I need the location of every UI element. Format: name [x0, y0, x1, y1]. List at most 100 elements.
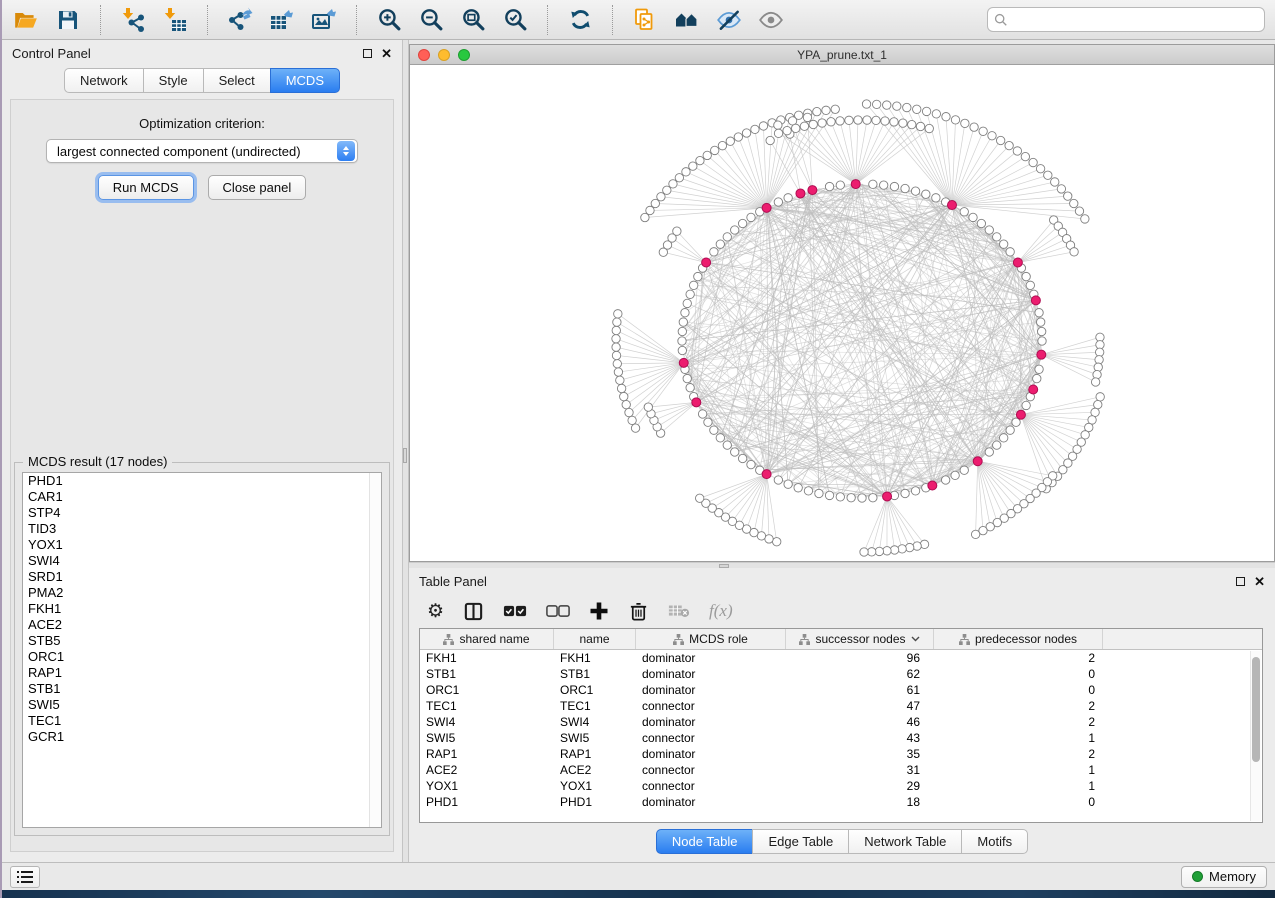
- network-node[interactable]: [1091, 378, 1099, 386]
- network-node[interactable]: [916, 122, 924, 130]
- network-node[interactable]: [845, 116, 853, 124]
- network-node[interactable]: [836, 493, 844, 501]
- network-node[interactable]: [1006, 426, 1014, 434]
- network-node[interactable]: [694, 272, 702, 280]
- network-node[interactable]: [612, 326, 620, 334]
- network-node[interactable]: [999, 240, 1007, 248]
- share-document-button[interactable]: [631, 6, 659, 34]
- table-row[interactable]: TEC1TEC1connector472: [420, 698, 1262, 714]
- network-node[interactable]: [941, 476, 949, 484]
- network-node[interactable]: [614, 368, 622, 376]
- network-node[interactable]: [908, 120, 916, 128]
- network-node[interactable]: [616, 376, 624, 384]
- network-node[interactable]: [911, 487, 919, 495]
- network-node[interactable]: [893, 102, 901, 110]
- network-node[interactable]: [813, 107, 821, 115]
- network-node[interactable]: [1070, 199, 1078, 207]
- mcds-result-item[interactable]: YOX1: [23, 537, 381, 553]
- network-node[interactable]: [860, 548, 868, 556]
- network-node[interactable]: [803, 113, 811, 121]
- export-network-button[interactable]: [226, 6, 254, 34]
- network-node[interactable]: [1093, 370, 1101, 378]
- network-node[interactable]: [898, 545, 906, 553]
- network-node[interactable]: [731, 448, 739, 456]
- network-node[interactable]: [723, 233, 731, 241]
- network-node[interactable]: [809, 120, 817, 128]
- network-node[interactable]: [1036, 318, 1044, 326]
- zoom-out-button[interactable]: [417, 6, 445, 34]
- network-node[interactable]: [800, 122, 808, 130]
- network-node[interactable]: [932, 110, 940, 118]
- network-node[interactable]: [673, 227, 681, 235]
- network-node[interactable]: [1064, 192, 1072, 200]
- network-node[interactable]: [951, 471, 959, 479]
- export-table-button[interactable]: [268, 6, 296, 34]
- network-node[interactable]: [716, 240, 724, 248]
- network-node[interactable]: [657, 193, 665, 201]
- network-node[interactable]: [979, 127, 987, 135]
- tab-mcds[interactable]: MCDS: [270, 68, 340, 93]
- network-node[interactable]: [1096, 393, 1104, 401]
- network-node[interactable]: [827, 118, 835, 126]
- run-mcds-button[interactable]: Run MCDS: [98, 175, 194, 200]
- network-canvas[interactable]: [410, 65, 1274, 561]
- hide-eye-button[interactable]: [715, 6, 743, 34]
- network-node[interactable]: [1044, 171, 1052, 179]
- show-columns-button[interactable]: [463, 599, 484, 623]
- mcds-result-item[interactable]: TID3: [23, 521, 381, 537]
- table-row[interactable]: RAP1RAP1dominator352: [420, 746, 1262, 762]
- mcds-result-item[interactable]: STB1: [23, 681, 381, 697]
- column-header-shared-name[interactable]: shared name: [420, 629, 554, 649]
- network-hub-node[interactable]: [1016, 410, 1025, 419]
- network-node[interactable]: [689, 281, 697, 289]
- network-node[interactable]: [718, 141, 726, 149]
- network-node[interactable]: [847, 494, 855, 502]
- network-node[interactable]: [901, 184, 909, 192]
- network-node[interactable]: [1035, 365, 1043, 373]
- network-node[interactable]: [960, 208, 968, 216]
- tab-network[interactable]: Network: [64, 68, 143, 93]
- import-network-button[interactable]: [119, 6, 147, 34]
- network-node[interactable]: [883, 547, 891, 555]
- network-node[interactable]: [679, 318, 687, 326]
- vertical-splitter[interactable]: [402, 40, 409, 862]
- mcds-result-item[interactable]: SWI5: [23, 697, 381, 713]
- network-node[interactable]: [862, 100, 870, 108]
- zoom-selected-button[interactable]: [501, 6, 529, 34]
- network-node[interactable]: [890, 118, 898, 126]
- mcds-result-item[interactable]: FKH1: [23, 601, 381, 617]
- mcds-result-item[interactable]: STB5: [23, 633, 381, 649]
- network-node[interactable]: [903, 103, 911, 111]
- network-node[interactable]: [985, 448, 993, 456]
- network-node[interactable]: [731, 226, 739, 234]
- tab-style[interactable]: Style: [143, 68, 203, 93]
- network-node[interactable]: [774, 476, 782, 484]
- network-node[interactable]: [695, 494, 703, 502]
- network-node[interactable]: [1035, 308, 1043, 316]
- network-node[interactable]: [710, 248, 718, 256]
- table-row[interactable]: STB1STB1dominator620: [420, 666, 1262, 682]
- network-node[interactable]: [922, 107, 930, 115]
- mcds-result-item[interactable]: SRD1: [23, 569, 381, 585]
- delete-column-button[interactable]: [628, 599, 649, 623]
- column-header-predecessor-nodes[interactable]: predecessor nodes: [934, 629, 1103, 649]
- network-node[interactable]: [678, 346, 686, 354]
- network-hub-node[interactable]: [948, 201, 957, 210]
- network-node[interactable]: [951, 116, 959, 124]
- network-node[interactable]: [996, 136, 1004, 144]
- network-node[interactable]: [783, 126, 791, 134]
- network-node[interactable]: [628, 416, 636, 424]
- table-scrollbar[interactable]: [1250, 651, 1261, 821]
- window-close-light[interactable]: [418, 49, 430, 61]
- network-node[interactable]: [804, 487, 812, 495]
- network-node[interactable]: [822, 106, 830, 114]
- mcds-result-item[interactable]: GCR1: [23, 729, 381, 745]
- network-node[interactable]: [970, 123, 978, 131]
- network-node[interactable]: [875, 547, 883, 555]
- network-hub-node[interactable]: [928, 481, 937, 490]
- network-hub-node[interactable]: [796, 189, 805, 198]
- network-node[interactable]: [612, 335, 620, 343]
- network-node[interactable]: [734, 133, 742, 141]
- import-table-button[interactable]: [161, 6, 189, 34]
- network-node[interactable]: [867, 548, 875, 556]
